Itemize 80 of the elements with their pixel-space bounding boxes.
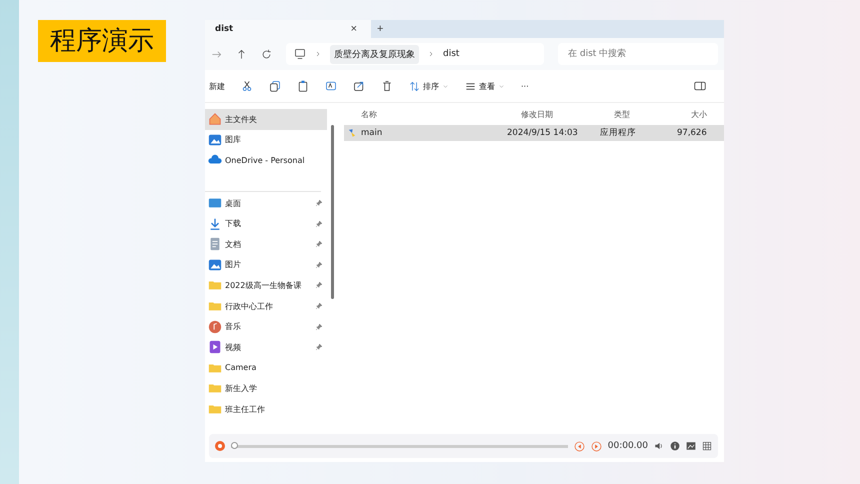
pin-icon (315, 260, 323, 269)
video-icon (208, 340, 222, 354)
scrollbar[interactable] (330, 125, 334, 299)
panel-icon (694, 80, 706, 92)
new-button[interactable]: 新建 (209, 80, 225, 92)
chevron-icon (427, 50, 435, 58)
more-button[interactable]: ··· (521, 82, 529, 90)
new-tab-button[interactable]: + (371, 20, 390, 38)
sidebar-item[interactable]: 桌面 (205, 192, 327, 214)
pin-icon (315, 322, 323, 331)
caret-icon (442, 82, 449, 90)
slide-title: 程序演示 (38, 20, 166, 62)
seek-thumb[interactable] (231, 442, 238, 448)
forward-icon (211, 48, 222, 60)
application-icon (347, 128, 357, 138)
sidebar-item[interactable]: 图库 (205, 130, 327, 150)
sidebar-item[interactable]: 音乐 (205, 316, 327, 337)
column-header[interactable]: 大小 (691, 108, 724, 120)
tab-title: dist (215, 24, 234, 34)
play-button[interactable] (215, 441, 225, 451)
breadcrumb-item[interactable]: 质壁分离及复原现象 (330, 44, 419, 64)
sidebar-item[interactable]: Camera (205, 358, 327, 378)
column-header[interactable]: 类型 (614, 108, 691, 120)
cut-icon (241, 80, 253, 92)
seek-track[interactable] (231, 444, 568, 448)
copy-icon (269, 80, 281, 92)
pin-icon (315, 199, 323, 208)
document-icon (208, 237, 222, 252)
sidebar-item[interactable]: 行政中心工作 (205, 296, 327, 316)
sort-button[interactable]: 排序 (409, 80, 449, 92)
trash-icon (381, 80, 393, 92)
close-button[interactable]: × (344, 23, 363, 35)
rename-icon (325, 80, 337, 92)
sidebar-item[interactable]: OneDrive - Personal (205, 150, 327, 171)
sidebar-item[interactable]: 主文件夹 (205, 109, 327, 130)
share-icon (353, 80, 365, 92)
sidebar-item[interactable]: 文档 (205, 234, 327, 255)
search-field[interactable]: 在 dist 中搜索 (558, 43, 718, 65)
playback-time: 00:00.00 (608, 441, 648, 451)
view-button[interactable]: 查看 (465, 80, 505, 92)
pin-icon (315, 220, 323, 228)
picture-icon (208, 132, 222, 147)
modified-date: 2024/9/15 14:03 (507, 128, 579, 138)
breadcrumb-item[interactable]: dist (443, 49, 460, 59)
list-icon (465, 80, 476, 92)
music-icon (208, 320, 222, 334)
forward-icon (590, 440, 602, 452)
sidebar-item[interactable]: 视频 (205, 336, 327, 358)
paste-icon (297, 80, 309, 92)
download-icon (208, 216, 222, 231)
grid-icon (702, 441, 712, 451)
column-header[interactable]: 修改日期 (521, 108, 614, 120)
chevron-icon (314, 50, 322, 58)
volume-icon (654, 441, 664, 451)
sidebar-item[interactable]: 新生入学 (205, 378, 327, 399)
file-size: 97,626 (677, 128, 708, 138)
sidebar-item[interactable]: 下载 (205, 213, 327, 234)
up-icon (236, 48, 247, 60)
sort-icon (409, 80, 420, 92)
sidebar-item[interactable]: 2022级高一生物备课 (205, 275, 327, 296)
picture-icon (208, 258, 222, 272)
house-icon (208, 112, 222, 126)
file-row[interactable]: main 2024/9/15 14:03 应用程序 97,626 (344, 125, 724, 141)
tab[interactable]: dist × (205, 20, 371, 38)
refresh-icon (261, 48, 272, 60)
monitor-icon (294, 48, 306, 60)
desktop-icon (208, 196, 222, 210)
pin-icon (315, 281, 323, 290)
pin-icon (315, 343, 323, 352)
image-icon (686, 441, 696, 451)
caret-icon (498, 82, 505, 90)
rewind-icon (574, 440, 585, 452)
pin-icon (315, 302, 323, 310)
file-type: 应用程序 (600, 127, 637, 139)
column-header[interactable]: 名称 (361, 108, 521, 120)
info-icon (670, 441, 680, 451)
file-name: main (361, 128, 382, 138)
sidebar-item[interactable]: 图片 (205, 254, 327, 276)
pin-icon (315, 240, 323, 248)
sidebar-item[interactable]: 班主任工作 (205, 398, 327, 420)
